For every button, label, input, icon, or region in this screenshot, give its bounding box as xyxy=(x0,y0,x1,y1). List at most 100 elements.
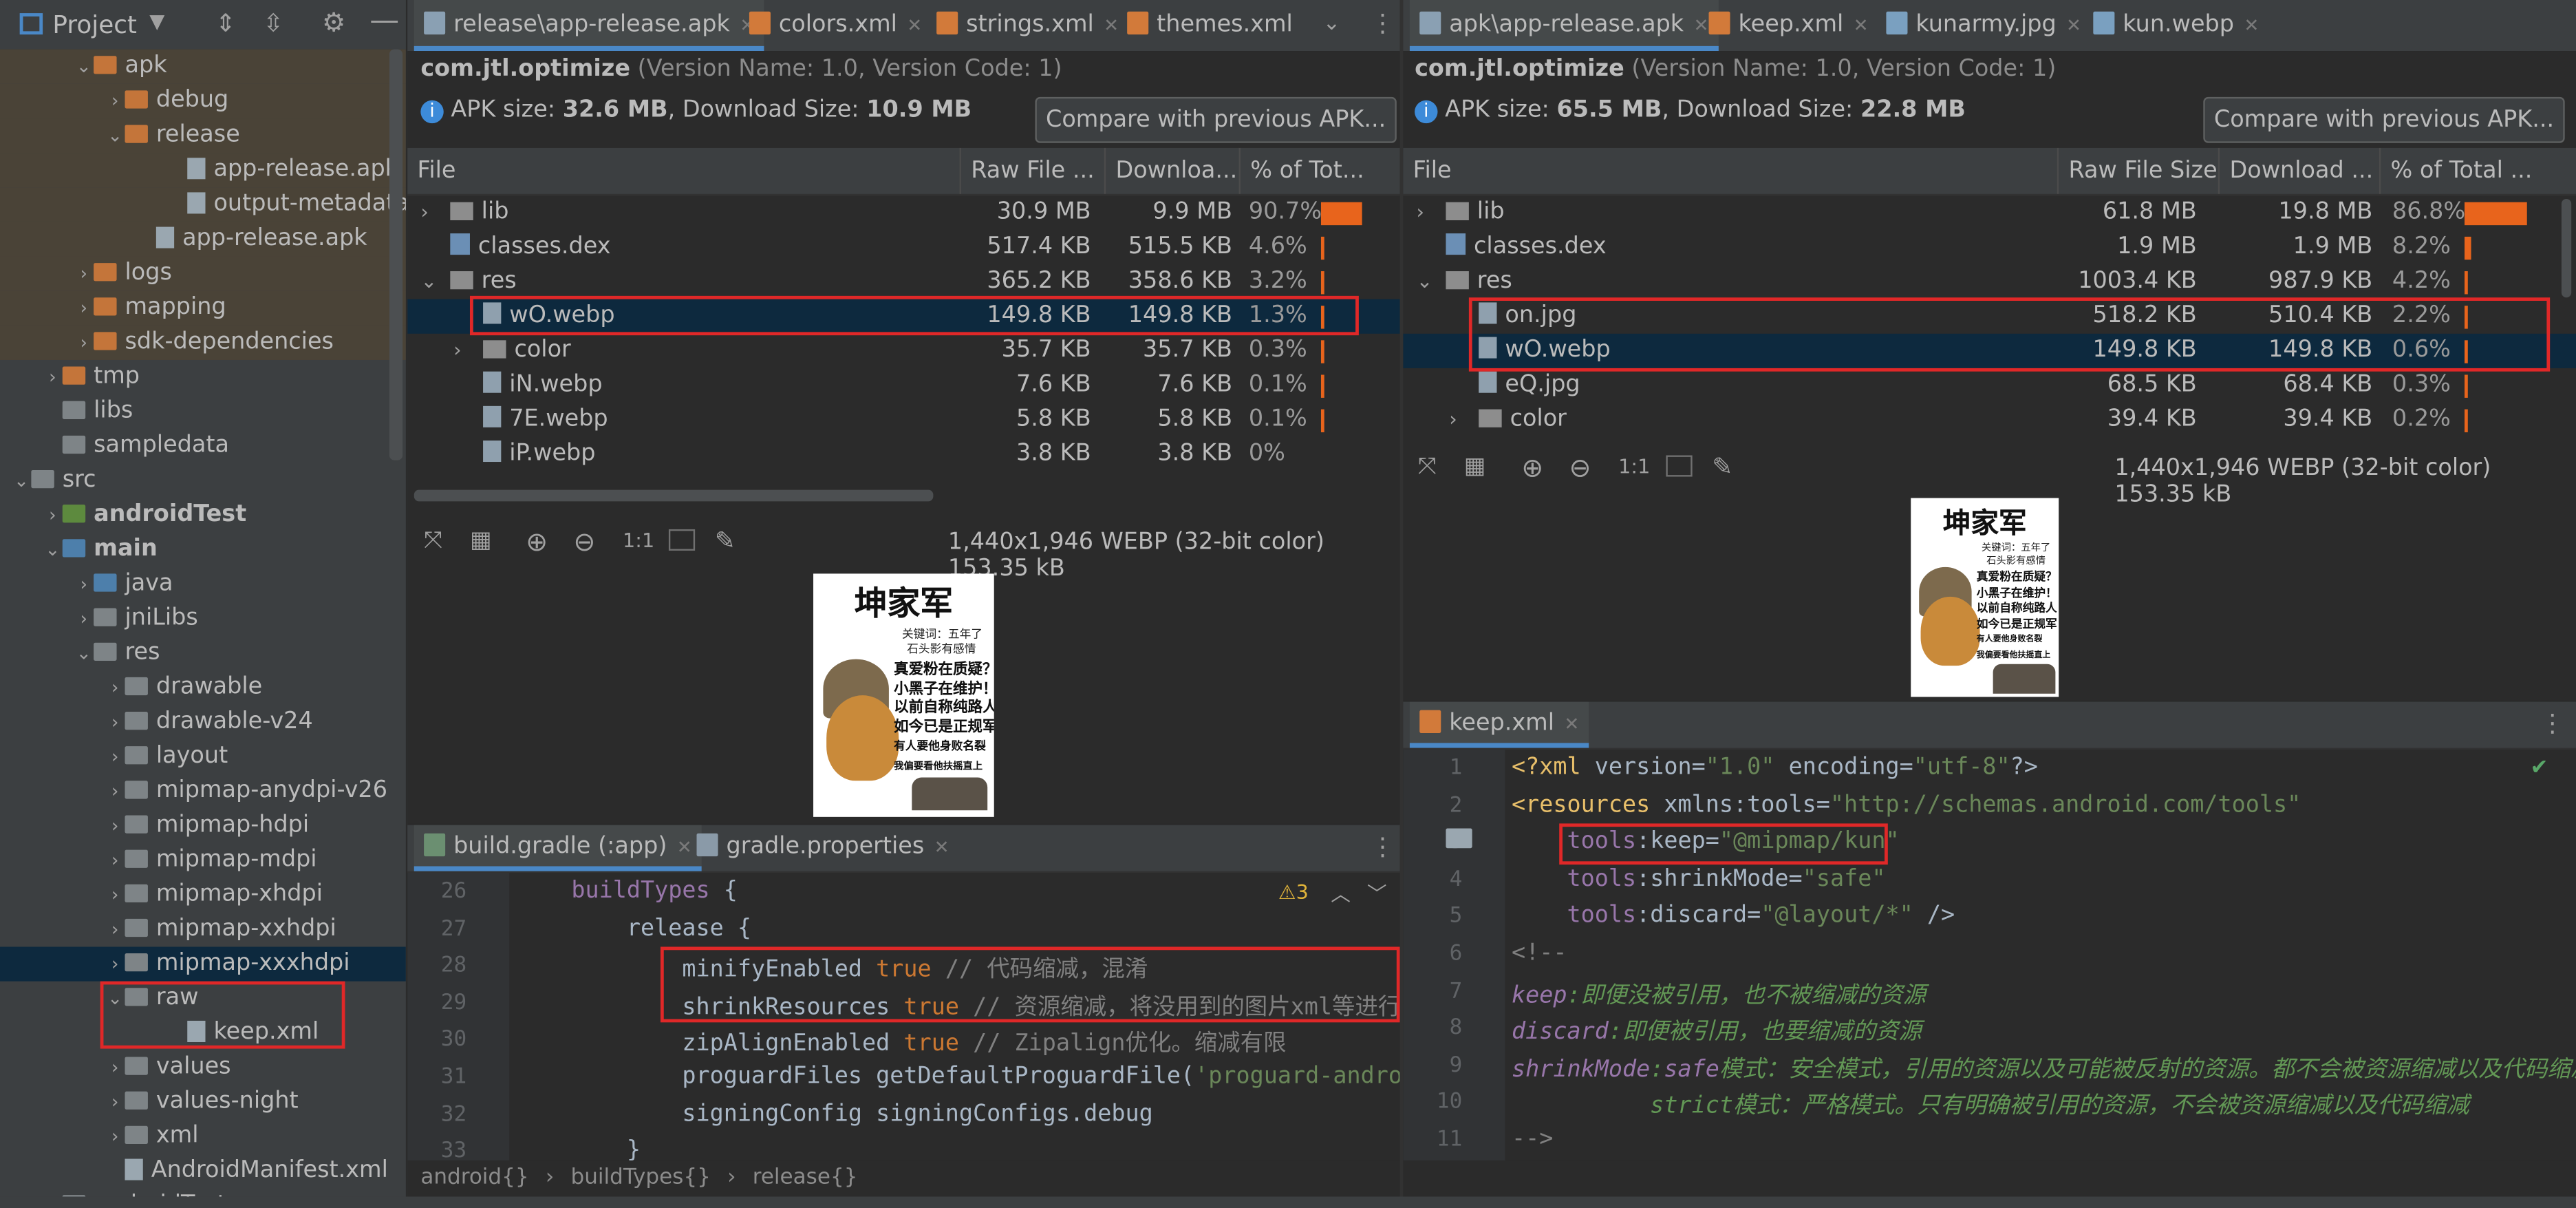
prev-highlight-icon[interactable]: ︿ xyxy=(1331,880,1351,908)
chevron-right-icon[interactable]: › xyxy=(420,195,450,230)
next-highlight-icon[interactable]: ﹀ xyxy=(1367,880,1387,908)
code-line[interactable]: strict模式：严格模式。只有明确被引用的资源，不会被资源缩减以及代码缩减 xyxy=(1512,1089,2469,1122)
chevron-right-icon[interactable]: › xyxy=(43,360,63,394)
tree-item[interactable]: › tmp xyxy=(0,360,406,394)
chevron-right-icon[interactable]: › xyxy=(74,291,94,326)
tree-item[interactable]: › mapping xyxy=(0,290,406,326)
code-line[interactable]: tools:discard="@layout/*" /> xyxy=(1512,903,1955,929)
chevron-right-icon[interactable]: › xyxy=(105,670,125,705)
code-line[interactable]: discard:即便被引用，也要缩减的资源 xyxy=(1512,1015,1922,1048)
tab-strings-xml[interactable]: strings.xml ✕ xyxy=(927,0,1129,51)
v-scrollbar[interactable] xyxy=(2561,198,2572,298)
close-icon[interactable]: ✕ xyxy=(2244,14,2259,36)
tab-gradle-properties[interactable]: gradle.properties ✕ xyxy=(687,825,959,871)
col-percent[interactable]: % of Tot... xyxy=(1238,147,1399,194)
color-picker-icon[interactable]: ✎ xyxy=(715,526,736,555)
col-file[interactable]: File xyxy=(407,148,959,194)
tab-apk-release[interactable]: apk\app-release.apk ✕ xyxy=(1409,0,1719,52)
tab-colors-xml[interactable]: colors.xml ✕ xyxy=(740,0,932,51)
col-raw-size[interactable]: Raw File ... xyxy=(959,147,1103,194)
tree-item[interactable]: › mipmap-hdpi xyxy=(0,809,406,843)
close-icon[interactable]: ✕ xyxy=(1854,14,1869,36)
breadcrumb-item[interactable]: android{} xyxy=(420,1165,528,1190)
chevron-right-icon[interactable]: › xyxy=(105,912,125,946)
h-scrollbar[interactable] xyxy=(414,489,934,502)
close-icon[interactable]: ✕ xyxy=(2066,14,2081,36)
close-icon[interactable]: ✕ xyxy=(907,14,922,36)
col-raw-size[interactable]: Raw File Size xyxy=(2057,147,2216,194)
zoom-out-icon[interactable]: ⊖ xyxy=(1569,452,1591,483)
tab-kun-webp[interactable]: kun.webp ✕ xyxy=(2083,0,2269,51)
table-row[interactable]: iP.webp 3.8 KB 3.8 KB 0% xyxy=(407,437,1399,471)
chevron-right-icon[interactable]: › xyxy=(105,1050,125,1085)
chevron-right-icon[interactable]: › xyxy=(105,843,125,878)
chevron-right-icon[interactable]: › xyxy=(74,257,94,291)
table-row[interactable]: iN.webp 7.6 KB 7.6 KB 0.1% xyxy=(407,368,1399,403)
code-line[interactable]: shrinkMode:safe模式：安全模式，引用的资源以及可能被反射的资源。都… xyxy=(1512,1052,2576,1085)
tree-item[interactable]: ⌄ res xyxy=(0,636,406,670)
tree-item[interactable]: ⌄ main xyxy=(0,533,406,567)
chevron-right-icon[interactable]: › xyxy=(74,567,94,602)
col-percent[interactable]: % of Total ... xyxy=(2379,147,2568,194)
compare-apk-button[interactable]: Compare with previous APK... xyxy=(1035,96,1397,143)
tree-item[interactable]: › values-night xyxy=(0,1085,406,1119)
tree-item[interactable]: ⌄ apk xyxy=(0,49,406,84)
tree-item[interactable]: › mipmap-anydpi-v26 xyxy=(0,774,406,809)
code-line[interactable]: --> xyxy=(1512,1126,1553,1152)
more-options-icon[interactable]: ⋮ xyxy=(2540,708,2565,738)
tree-item[interactable]: › drawable-v24 xyxy=(0,705,406,739)
code-line[interactable]: <?xml version="1.0" encoding="utf-8"?> xyxy=(1512,754,2038,781)
tree-item[interactable]: › values xyxy=(0,1050,406,1085)
table-row[interactable]: eQ.jpg 68.5 KB 68.4 KB 0.3% xyxy=(1403,368,2576,403)
tree-item[interactable]: › java xyxy=(0,567,406,602)
code-line[interactable]: buildTypes { xyxy=(516,878,738,904)
close-icon[interactable]: ✕ xyxy=(1564,713,1579,734)
grid-icon[interactable]: ▦ xyxy=(1464,454,1486,480)
chevron-down-icon[interactable]: ⌄ xyxy=(12,463,32,498)
tree-item[interactable]: › logs xyxy=(0,256,406,291)
fit-icon[interactable]: ⤧ xyxy=(424,528,442,554)
chevron-right-icon[interactable]: › xyxy=(105,878,125,912)
tab-release-apk[interactable]: release\app-release.apk ✕ xyxy=(414,0,765,52)
grid-icon[interactable]: ▦ xyxy=(470,528,492,554)
tree-item[interactable]: ⌄ release xyxy=(0,118,406,153)
tree-item[interactable]: app-release.apk xyxy=(0,222,406,257)
chevron-down-icon[interactable]: ▼ xyxy=(149,10,164,32)
tree-item[interactable]: › debug xyxy=(0,83,406,118)
warning-icon[interactable]: ⚠3 xyxy=(1278,881,1309,904)
expand-all-icon[interactable]: ⇕ xyxy=(215,8,236,38)
code-line[interactable]: signingConfig signingConfigs.debug xyxy=(516,1101,1152,1127)
table-row[interactable]: 7E.webp 5.8 KB 5.8 KB 0.1% xyxy=(407,403,1399,437)
col-download[interactable]: Download ... xyxy=(2218,147,2371,194)
table-row[interactable]: › color 35.7 KB 35.7 KB 0.3% xyxy=(407,334,1399,368)
image-gutter-icon[interactable] xyxy=(1446,828,1472,849)
chevron-right-icon[interactable]: › xyxy=(105,774,125,809)
table-row[interactable]: › lib 30.9 MB 9.9 MB 90.7% xyxy=(407,195,1399,230)
code-line[interactable]: } xyxy=(516,1138,641,1161)
collapse-all-icon[interactable]: ⇳ xyxy=(263,8,283,38)
tree-item[interactable]: › mipmap-xhdpi xyxy=(0,878,406,912)
code-line[interactable]: <!-- xyxy=(1512,940,1567,966)
tab-themes-xml[interactable]: themes.xml xyxy=(1117,0,1302,51)
tree-item[interactable]: AndroidManifest.xml xyxy=(0,1154,406,1188)
more-options-icon[interactable]: ⋮ xyxy=(1371,8,1395,38)
tree-item[interactable]: sampledata xyxy=(0,429,406,463)
tree-item[interactable]: ⌄ src xyxy=(0,463,406,498)
chevron-right-icon[interactable]: › xyxy=(105,1119,125,1154)
chevron-down-icon[interactable]: ⌄ xyxy=(1416,264,1446,299)
chevron-down-icon[interactable]: ⌄ xyxy=(43,533,63,567)
zoom-in-icon[interactable]: ⊕ xyxy=(1521,452,1543,483)
tab-build-gradle[interactable]: build.gradle (:app) ✕ xyxy=(414,825,702,871)
tree-item[interactable]: libs xyxy=(0,394,406,429)
fit-icon[interactable]: ⤧ xyxy=(1418,454,1437,480)
tree-scrollbar[interactable] xyxy=(389,49,403,460)
zoom-in-icon[interactable]: ⊕ xyxy=(526,526,548,557)
zoom-out-icon[interactable]: ⊖ xyxy=(573,526,595,557)
breadcrumb-item[interactable]: release{} xyxy=(753,1165,858,1190)
tree-item[interactable]: › sdk-dependencies xyxy=(0,325,406,360)
tree-item[interactable]: app-release.apk xyxy=(0,153,406,188)
code-line[interactable]: proguardFiles getDefaultProguardFile('pr… xyxy=(516,1063,1399,1090)
gradle-editor[interactable]: 26 buildTypes {27 release {28 minifyEnab… xyxy=(407,873,1400,1161)
code-line[interactable]: release { xyxy=(516,915,751,941)
chevron-right-icon[interactable]: › xyxy=(105,705,125,739)
